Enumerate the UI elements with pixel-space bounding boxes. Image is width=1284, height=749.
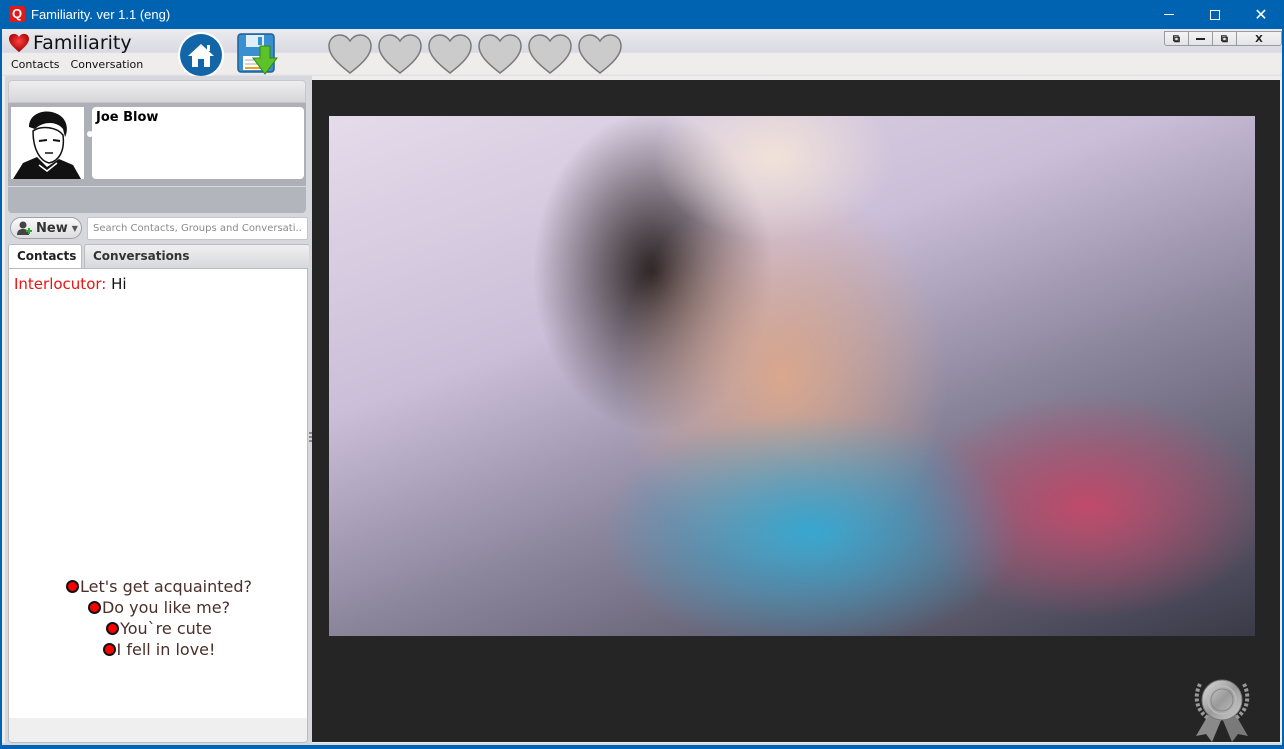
avatar[interactable] — [11, 107, 84, 179]
rating-heart-icon[interactable] — [477, 33, 523, 75]
chat-text: Hi — [111, 275, 127, 293]
rating-heart-icon[interactable] — [527, 33, 573, 75]
tab-conversations[interactable]: Conversations — [84, 244, 310, 268]
new-contact-button[interactable]: New ▼ — [10, 217, 82, 239]
maximize-button[interactable] — [1192, 0, 1238, 29]
rating-heart-icon[interactable] — [377, 33, 423, 75]
bullet-icon — [87, 601, 101, 614]
toolbar: Familiarity Contacts Conversation ⧉ ⧉ X — [2, 29, 1282, 78]
restore-icon: ⧉ — [1172, 33, 1181, 45]
left-panel: Joe Blow New ▼ Contacts Conversations In… — [5, 76, 310, 743]
chat-message: Interlocutor: Hi — [14, 275, 127, 293]
tab-bar: Contacts Conversations — [8, 244, 310, 269]
suggestion-item[interactable]: Do you like me? — [87, 597, 231, 618]
profile-header — [8, 80, 306, 103]
mdi-controls: ⧉ ⧉ X — [1164, 31, 1282, 46]
bullet-icon — [102, 643, 116, 656]
video-feed[interactable]: Webcam video feed — [329, 116, 1255, 636]
search-input[interactable] — [87, 217, 308, 240]
suggestion-label: Let's get acquainted? — [80, 577, 252, 596]
tab-contacts[interactable]: Contacts — [8, 244, 82, 269]
menu-item-contacts[interactable]: Contacts — [11, 58, 60, 72]
heart-icon — [8, 33, 30, 53]
home-button[interactable] — [178, 32, 224, 78]
menu-bar: Contacts Conversation — [11, 58, 143, 72]
contact-bubble: Joe Blow — [92, 107, 304, 179]
new-label: New — [36, 220, 68, 236]
close-button[interactable]: ✕ — [1238, 0, 1284, 29]
contact-name: Joe Blow — [96, 110, 159, 125]
suggestion-label: You`re cute — [120, 619, 212, 638]
mdi-cascade-button[interactable]: ⧉ — [1213, 32, 1237, 46]
save-download-icon — [237, 33, 278, 75]
mdi-restore-button[interactable]: ⧉ — [1165, 32, 1189, 46]
home-icon — [188, 44, 214, 67]
window-title: Familiarity. ver 1.1 (eng) — [31, 7, 171, 22]
chevron-down-icon: ▼ — [71, 223, 78, 233]
profile-footer — [8, 187, 306, 213]
rating-heart-icon[interactable] — [577, 33, 623, 75]
cascade-icon: ⧉ — [1220, 33, 1229, 45]
title-bar[interactable]: Q Familiarity. ver 1.1 (eng) ✕ — [0, 0, 1284, 29]
maximize-icon — [1210, 9, 1220, 20]
app-icon: Q — [9, 6, 25, 22]
menu-item-conversation[interactable]: Conversation — [71, 58, 144, 72]
profile-card: Joe Blow — [8, 103, 306, 187]
app-window: Q Familiarity. ver 1.1 (eng) ✕ Familiari… — [0, 0, 1284, 749]
status-strip — [2, 743, 1282, 745]
close-icon: ✕ — [1254, 5, 1268, 24]
rating-heart-icon[interactable] — [327, 33, 373, 75]
mdi-close-button[interactable]: X — [1237, 32, 1281, 46]
medal-icon[interactable] — [1190, 672, 1254, 744]
minimize-icon — [1164, 14, 1174, 15]
chat-speaker: Interlocutor: — [14, 275, 107, 293]
mdi-minimize-button[interactable] — [1189, 32, 1213, 46]
minimize-icon — [1196, 38, 1205, 40]
save-button[interactable] — [236, 32, 278, 76]
minimize-button[interactable] — [1146, 0, 1192, 29]
suggestion-item[interactable]: You`re cute — [106, 618, 212, 639]
chat-pane: Interlocutor: Hi Let's get acquainted? D… — [8, 268, 308, 743]
rating-hearts — [327, 33, 623, 75]
avatar-sketch — [11, 107, 84, 179]
bullet-icon — [106, 622, 120, 635]
suggestion-item[interactable]: Let's get acquainted? — [66, 576, 252, 597]
client-area: Familiarity Contacts Conversation ⧉ ⧉ X … — [2, 29, 1282, 745]
brand: Familiarity — [8, 31, 132, 55]
suggestion-label: I fell in love! — [116, 640, 216, 659]
brand-name: Familiarity — [33, 32, 132, 54]
suggestion-list: Let's get acquainted? Do you like me? Yo… — [9, 576, 309, 660]
video-area: Webcam video feed — [312, 80, 1280, 742]
rating-heart-icon[interactable] — [427, 33, 473, 75]
add-user-icon — [17, 221, 33, 235]
suggestion-label: Do you like me? — [101, 598, 231, 617]
suggestion-item[interactable]: I fell in love! — [102, 639, 216, 660]
close-icon: X — [1255, 33, 1263, 45]
bullet-icon — [66, 580, 79, 593]
chat-pane-footer — [9, 718, 307, 742]
